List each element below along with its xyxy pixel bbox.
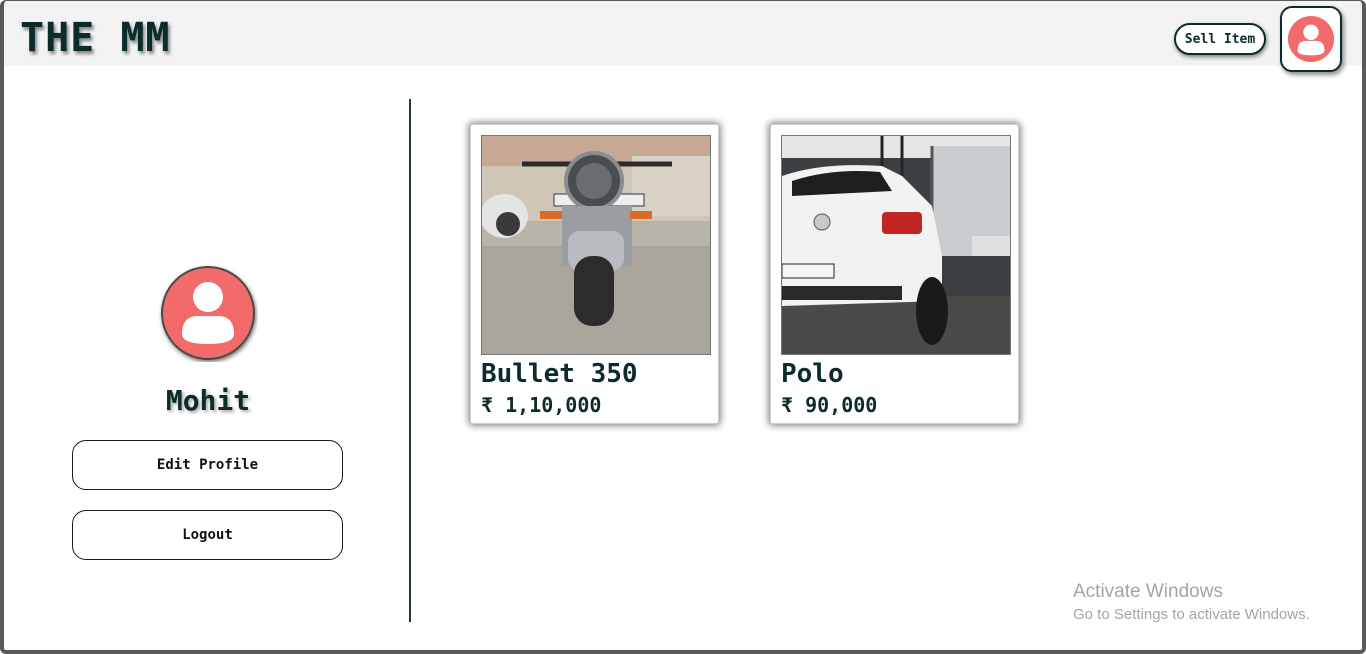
sell-item-button[interactable]: Sell Item [1174,23,1266,55]
user-avatar-icon [1287,15,1335,63]
profile-avatar-icon [161,266,255,360]
edit-profile-button[interactable]: Edit Profile [72,440,343,490]
profile-name: Mohit [165,384,251,417]
item-image-car [781,135,1011,355]
item-title: Polo [781,359,844,389]
site-logo[interactable]: THE MM [20,15,171,61]
watermark-subtitle: Go to Settings to activate Windows. [1073,606,1310,623]
vertical-divider [409,99,411,622]
item-card[interactable]: Bullet 350 ₹ 1,10,000 [470,124,719,424]
top-header: THE MM Sell Item [4,1,1362,72]
watermark-title: Activate Windows [1073,581,1223,602]
header-avatar-button[interactable] [1280,6,1342,72]
item-card[interactable]: Polo ₹ 90,000 [770,124,1019,424]
logout-button[interactable]: Logout [72,510,343,560]
item-price: ₹ 90,000 [781,393,878,417]
item-image-motorcycle [481,135,711,355]
item-price: ₹ 1,10,000 [481,393,602,417]
item-title: Bullet 350 [481,359,638,389]
